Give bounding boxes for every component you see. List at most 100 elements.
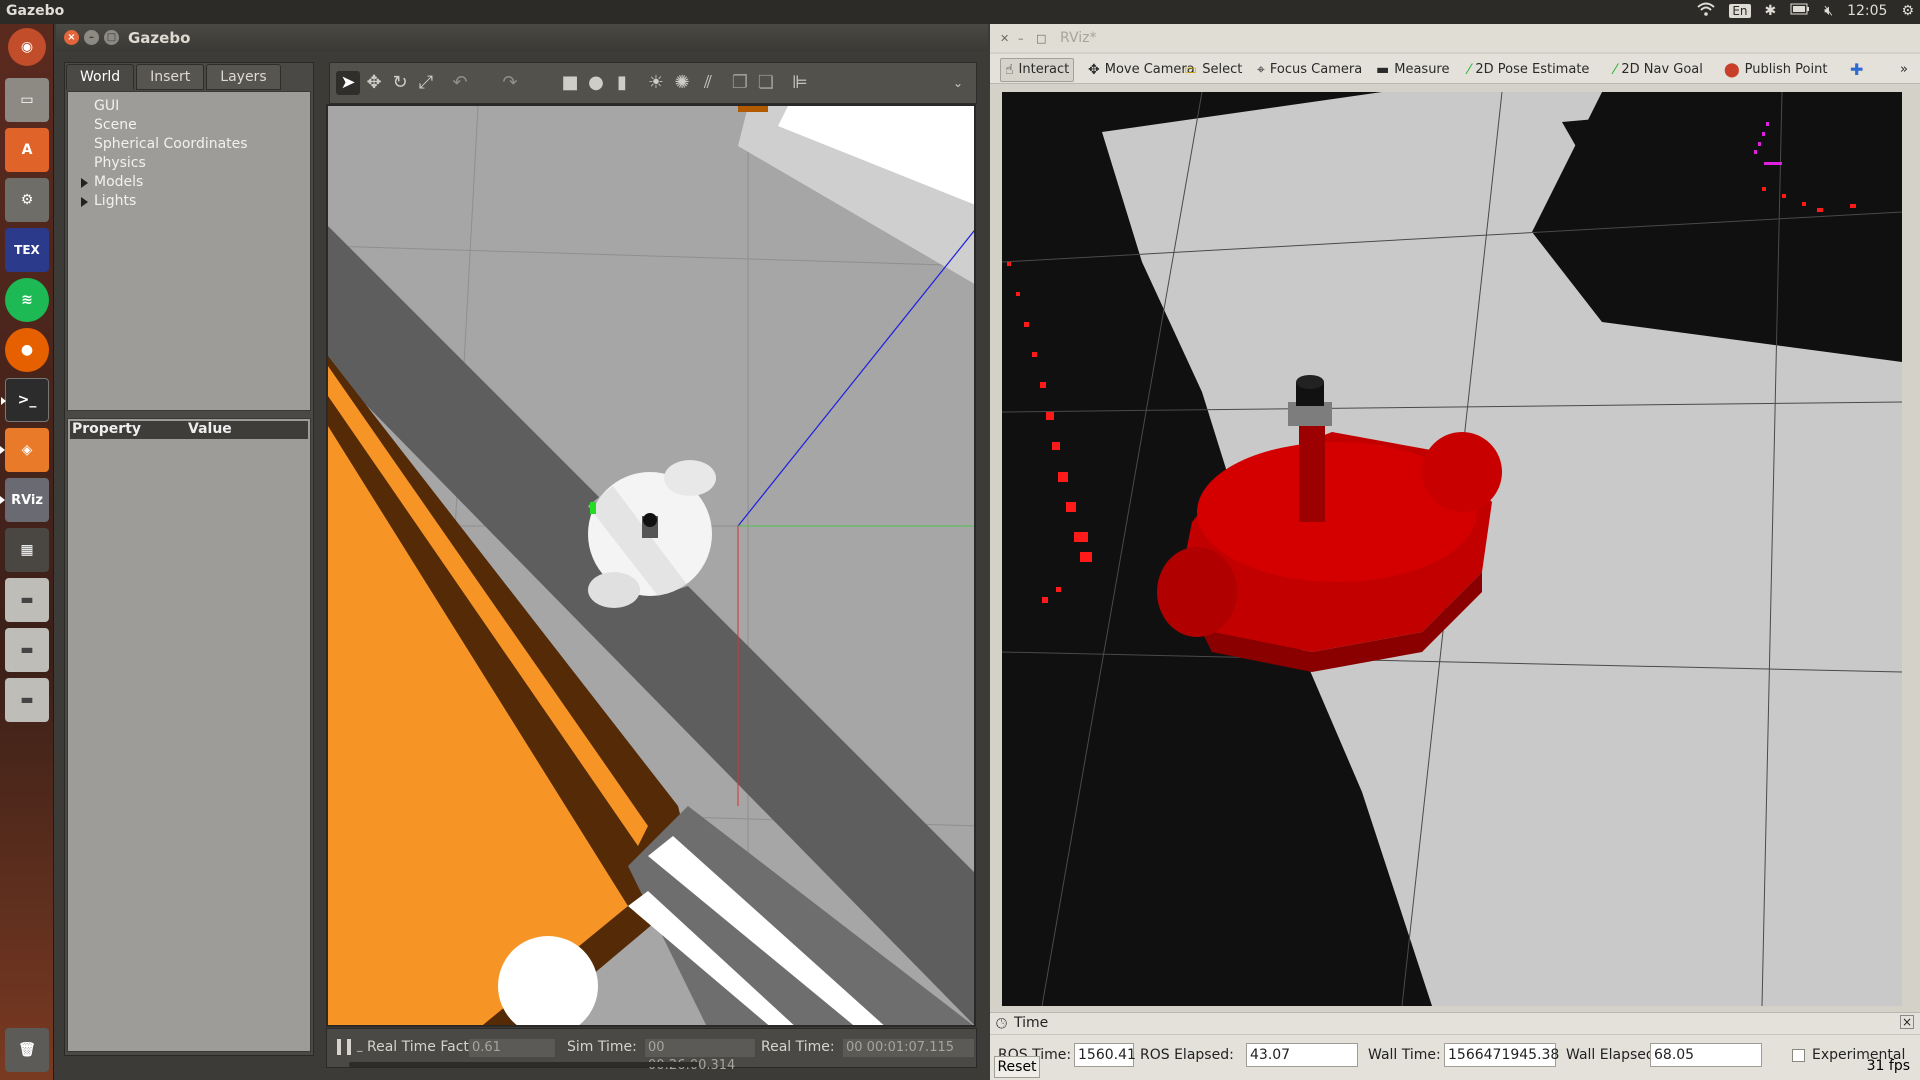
- ruler-icon: ▬: [1376, 62, 1390, 78]
- keyboard-layout-indicator[interactable]: En: [1729, 4, 1751, 18]
- time-panel-header: 🕒︎ Time ×: [990, 1013, 1920, 1035]
- launcher: ◉ ▭ A ⚙ TEX ≋ ● >_ ◈ RViz ▦ ▬ ▬ ▬ 🗑︎: [0, 24, 54, 1080]
- paste-icon[interactable]: ❏: [754, 71, 778, 95]
- files-icon[interactable]: ▭: [5, 78, 49, 122]
- tab-layers[interactable]: Layers: [206, 64, 281, 90]
- property-header[interactable]: Property: [72, 421, 141, 437]
- expand-arrow-icon[interactable]: [81, 178, 88, 188]
- window-title: RViz*: [1060, 30, 1097, 46]
- maximize-icon[interactable]: □: [104, 30, 119, 45]
- clock-icon: 🕒︎: [996, 1016, 1008, 1032]
- nav-goal-tool[interactable]: ⁄ 2D Nav Goal: [1610, 58, 1707, 82]
- reset-button[interactable]: Reset: [994, 1056, 1040, 1078]
- system-tray: En ✱ 🔇︎ 12:05 ⚙: [1697, 2, 1914, 20]
- sphere-shape-icon[interactable]: ●: [584, 71, 608, 95]
- redo-icon[interactable]: ↷: [498, 71, 522, 95]
- drive-icon[interactable]: ▬: [5, 628, 49, 672]
- expand-arrow-icon[interactable]: [81, 197, 88, 207]
- sim-time-value: 00 00:26:00.314: [645, 1039, 755, 1073]
- minimize-icon[interactable]: –: [84, 30, 99, 45]
- sim-time-label: Sim Time:: [567, 1039, 637, 1055]
- drive-icon[interactable]: ▬: [5, 578, 49, 622]
- spot-light-icon[interactable]: ✺: [670, 71, 694, 95]
- step-hint: _: [357, 1039, 363, 1052]
- rviz-titlebar: ✕ – □ RViz*: [990, 24, 1920, 52]
- tree-item-models[interactable]: Models: [81, 174, 143, 190]
- rviz-icon[interactable]: RViz: [0, 478, 49, 522]
- green-arrow-icon: ⁄: [1468, 62, 1471, 78]
- spotify-icon[interactable]: ≋: [5, 278, 49, 322]
- clock[interactable]: 12:05: [1847, 3, 1887, 19]
- tree-item-scene[interactable]: Scene: [94, 117, 137, 133]
- map-pin-icon: ⬤: [1724, 62, 1740, 78]
- tree-item-lights[interactable]: Lights: [81, 193, 136, 209]
- select-tool[interactable]: ▭ Select: [1180, 58, 1246, 82]
- gear-icon[interactable]: ⚙: [1901, 3, 1914, 19]
- select-box-icon: ▭: [1184, 62, 1198, 78]
- toolbar-overflow-icon[interactable]: ⌄: [946, 71, 970, 95]
- pause-icon[interactable]: [337, 1039, 351, 1055]
- copy-icon[interactable]: ❐: [728, 71, 752, 95]
- tab-insert[interactable]: Insert: [136, 64, 205, 90]
- minimize-icon[interactable]: –: [1018, 32, 1024, 45]
- publish-point-tool[interactable]: ⬤ Publish Point: [1720, 58, 1831, 82]
- point-light-icon[interactable]: ☀: [644, 71, 668, 95]
- property-table-header: Property Value: [70, 421, 308, 439]
- pose-estimate-tool[interactable]: ⁄ 2D Pose Estimate: [1464, 58, 1593, 82]
- tab-world[interactable]: World: [66, 64, 135, 90]
- drive-icon[interactable]: ▬: [5, 678, 49, 722]
- cylinder-shape-icon[interactable]: ▮: [610, 71, 634, 95]
- gazebo-window: × – □ Gazebo World Insert Layers GUI Sce…: [56, 24, 988, 1080]
- gazebo-scene-render: [328, 106, 974, 1025]
- scale-icon[interactable]: ⤢: [414, 71, 438, 95]
- gazebo-icon[interactable]: ◈: [0, 428, 49, 472]
- rviz-3d-viewport[interactable]: [1002, 92, 1902, 1006]
- rviz-window: ✕ – □ RViz* ☝ Interact ✥ Move Camera ▭ Sele…: [990, 24, 1920, 1080]
- box-shape-icon[interactable]: ■: [558, 71, 582, 95]
- undo-icon[interactable]: ↶: [448, 71, 472, 95]
- real-time-value: 00 00:01:07.115: [843, 1039, 974, 1057]
- system-settings-icon[interactable]: ⚙: [5, 178, 49, 222]
- translate-icon[interactable]: ✥: [362, 71, 386, 95]
- move-icon: ✥: [1088, 62, 1100, 78]
- software-center-icon[interactable]: A: [5, 128, 49, 172]
- tree-item-spherical-coordinates[interactable]: Spherical Coordinates: [94, 136, 248, 152]
- gazebo-3d-viewport[interactable]: [326, 104, 976, 1027]
- add-tool-icon[interactable]: ✚: [1846, 58, 1867, 82]
- time-panel-title: Time: [1014, 1015, 1049, 1031]
- focus-icon: ⌖: [1257, 62, 1265, 78]
- trash-icon[interactable]: 🗑︎: [5, 1028, 49, 1072]
- focus-camera-tool[interactable]: ⌖ Focus Camera: [1253, 58, 1366, 82]
- firefox-icon[interactable]: ●: [5, 328, 49, 372]
- top-panel: Gazebo En ✱ 🔇︎ 12:05 ⚙: [0, 0, 1920, 24]
- measure-tool[interactable]: ▬ Measure: [1372, 58, 1453, 82]
- select-arrow-icon[interactable]: ➤: [336, 71, 360, 95]
- bluetooth-icon[interactable]: ✱: [1765, 3, 1777, 19]
- real-time-label: Real Time:: [761, 1039, 835, 1055]
- horizontal-scrollbar[interactable]: [349, 1062, 699, 1067]
- tree-item-gui[interactable]: GUI: [94, 98, 119, 114]
- world-panel: World Insert Layers GUI Scene Spherical …: [64, 62, 314, 1056]
- interact-tool[interactable]: ☝ Interact: [1000, 58, 1075, 82]
- directional-light-icon[interactable]: ⫽: [696, 71, 720, 95]
- gazebo-toolbar: ➤ ✥ ↻ ⤢ ↶ ↷ ■ ● ▮ ☀ ✺ ⫽ ❐ ❏ ⊫ ⌄: [329, 62, 977, 104]
- close-icon[interactable]: ×: [64, 30, 79, 45]
- rviz-toolbar: ☝ Interact ✥ Move Camera ▭ Select ⌖ Focus Ca…: [990, 54, 1920, 84]
- battery-icon[interactable]: [1790, 3, 1810, 19]
- texmaker-icon[interactable]: TEX: [5, 228, 49, 272]
- terminal-icon[interactable]: >_: [1, 378, 49, 422]
- toolbar-overflow-icon[interactable]: »: [1896, 58, 1912, 82]
- wifi-icon[interactable]: [1697, 2, 1715, 20]
- align-icon[interactable]: ⊫: [788, 71, 812, 95]
- value-header[interactable]: Value: [188, 421, 232, 437]
- close-icon[interactable]: ✕: [1000, 32, 1009, 45]
- workspace-switcher-icon[interactable]: ▦: [5, 528, 49, 572]
- volume-icon[interactable]: 🔇︎: [1824, 3, 1833, 19]
- green-arrow-icon: ⁄: [1614, 62, 1617, 78]
- rotate-icon[interactable]: ↻: [388, 71, 412, 95]
- ubuntu-dash-icon[interactable]: ◉: [8, 28, 46, 66]
- hand-icon: ☝: [1005, 62, 1014, 78]
- tree-item-physics[interactable]: Physics: [94, 155, 146, 171]
- maximize-icon[interactable]: □: [1036, 32, 1046, 45]
- close-icon[interactable]: ×: [1900, 1015, 1914, 1029]
